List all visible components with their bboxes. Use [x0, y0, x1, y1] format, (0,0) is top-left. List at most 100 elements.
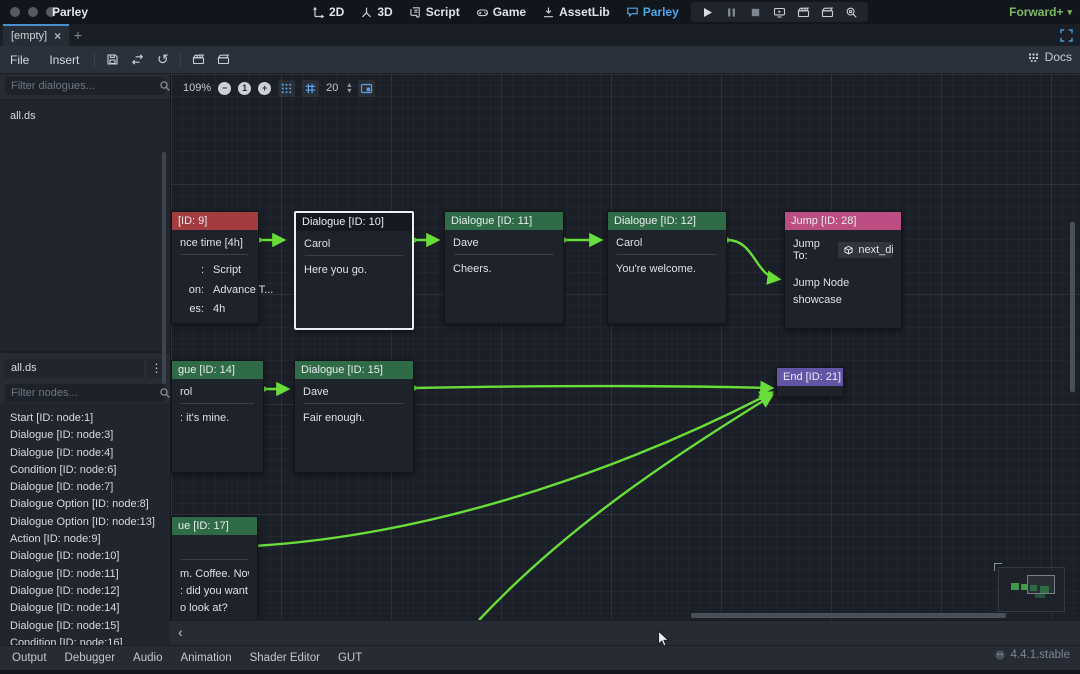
node-header[interactable]: End [ID: 21]: [777, 368, 843, 386]
graph-node-15[interactable]: Dialogue [ID: 15]DaveFair enough.: [294, 360, 414, 473]
graph-node-10[interactable]: Dialogue [ID: 10]CarolHere you go.: [294, 211, 414, 330]
graph-node-17[interactable]: ue [ID: 17]m. Coffee. Now,: did you want…: [171, 516, 258, 620]
filter-dialogues-input[interactable]: [5, 80, 159, 92]
node-header[interactable]: Dialogue [ID: 11]: [445, 212, 563, 230]
node-header[interactable]: [ID: 9]: [172, 212, 258, 230]
node-list-item[interactable]: Dialogue [ID: node:7]: [0, 479, 170, 496]
bottom-tab-debugger[interactable]: Debugger: [65, 652, 116, 664]
node-list-item[interactable]: Dialogue Option [ID: node:13]: [0, 514, 170, 531]
dialogue-text: m. Coffee. Now,: [180, 566, 249, 583]
snap-distance-value[interactable]: 20: [326, 82, 338, 94]
node-list-item[interactable]: Condition [ID: node:16]: [0, 635, 170, 645]
node-list-item[interactable]: Dialogue [ID: node:12]: [0, 583, 170, 600]
snap-distance-spinner[interactable]: ▴ ▾: [347, 82, 351, 94]
graph-node-9[interactable]: [ID: 9]nce time [4h]:Scripton:Advance T.…: [171, 211, 259, 324]
node-list-item[interactable]: Dialogue [ID: node:3]: [0, 427, 170, 444]
tab-parley[interactable]: Parley: [626, 5, 679, 19]
minimize-window-button[interactable]: [28, 7, 38, 17]
graph-node-21[interactable]: End [ID: 21]: [776, 367, 844, 397]
add-scene-tab-button[interactable]: +: [70, 27, 86, 43]
canvas-vertical-scrollbar[interactable]: [1070, 222, 1075, 392]
bottom-tab-shader-editor[interactable]: Shader Editor: [250, 652, 320, 664]
zoom-out-icon[interactable]: −: [218, 82, 231, 95]
movie-writer-icon[interactable]: [797, 6, 810, 19]
node-header[interactable]: gue [ID: 14]: [172, 361, 263, 379]
collapse-sidebar-icon[interactable]: ‹: [178, 624, 183, 640]
game-icon: [476, 6, 489, 19]
docs-icon: [1027, 51, 1040, 64]
bottom-tab-animation[interactable]: Animation: [180, 652, 231, 664]
graph-canvas[interactable]: [ID: 9]nce time [4h]:Scripton:Advance T.…: [170, 74, 1080, 620]
bottom-tab-audio[interactable]: Audio: [133, 652, 162, 664]
editor-main-tabs: 2D 3D Script Game AssetLib Parley: [312, 0, 679, 24]
node-list: Start [ID: node:1]Dialogue [ID: node:3]D…: [0, 403, 170, 645]
node-body: Jump To:next_diJump Nodeshowcase: [785, 230, 901, 309]
profiler-icon[interactable]: [845, 6, 858, 19]
export-icon[interactable]: [129, 51, 146, 68]
renderer-selector[interactable]: Forward+ ▾: [1009, 5, 1072, 19]
tab-2d[interactable]: 2D: [312, 5, 344, 19]
divider: [305, 255, 403, 256]
dialogue-list-item[interactable]: all.ds: [0, 107, 170, 126]
node-list-item[interactable]: Dialogue [ID: node:15]: [0, 618, 170, 635]
tab-assetlib[interactable]: AssetLib: [542, 5, 610, 19]
node-list-item[interactable]: Start [ID: node:1]: [0, 410, 170, 427]
graph-node-28[interactable]: Jump [ID: 28]Jump To:next_diJump Nodesho…: [784, 211, 902, 329]
node-list-scrollbar[interactable]: [162, 152, 166, 384]
node-list-item[interactable]: Dialogue Option [ID: node:8]: [0, 496, 170, 513]
node-list-item[interactable]: Dialogue [ID: node:4]: [0, 445, 170, 462]
wire-offscreen-bottom-to-node-21: [479, 396, 771, 620]
close-icon[interactable]: ×: [54, 29, 61, 43]
minimap[interactable]: [998, 567, 1065, 612]
node-header[interactable]: Dialogue [ID: 12]: [608, 212, 726, 230]
zoom-in-icon[interactable]: +: [258, 82, 271, 95]
node-list-item[interactable]: Dialogue [ID: node:11]: [0, 566, 170, 583]
movie-maker-icon[interactable]: [821, 6, 834, 19]
node-body: DaveCheers.: [445, 230, 563, 278]
grid-pattern-icon[interactable]: [302, 80, 319, 97]
file-menu[interactable]: File: [0, 53, 39, 67]
graph-node-11[interactable]: Dialogue [ID: 11]DaveCheers.: [444, 211, 564, 324]
node-filter[interactable]: [5, 384, 165, 402]
play-icon[interactable]: [701, 6, 714, 19]
bottom-tab-gut[interactable]: GUT: [338, 652, 362, 664]
save-icon[interactable]: [104, 51, 121, 68]
tab-3d[interactable]: 3D: [360, 5, 392, 19]
jump-target-chip[interactable]: next_di: [838, 242, 893, 258]
minimap-toggle-icon[interactable]: [358, 80, 375, 97]
canvas-horizontal-scrollbar[interactable]: [691, 613, 1006, 618]
graph-node-14[interactable]: gue [ID: 14]rol: it's mine.: [171, 360, 264, 473]
insert-menu[interactable]: Insert: [39, 53, 89, 67]
node-header[interactable]: Jump [ID: 28]: [785, 212, 901, 230]
node-list-item[interactable]: Action [ID: node:9]: [0, 531, 170, 548]
node-list-item[interactable]: Dialogue [ID: node:10]: [0, 548, 170, 565]
script-icon: [409, 6, 422, 19]
node-list-item[interactable]: Dialogue [ID: node:14]: [0, 600, 170, 617]
node-list-item[interactable]: Condition [ID: node:6]: [0, 462, 170, 479]
close-window-button[interactable]: [10, 7, 20, 17]
divider: [181, 254, 249, 255]
run-dialogue-icon[interactable]: [190, 51, 207, 68]
graph-node-12[interactable]: Dialogue [ID: 12]CarolYou're welcome.: [607, 211, 727, 324]
dialogue-filter[interactable]: [5, 77, 165, 95]
connection-wires: [171, 74, 1080, 620]
bottom-tab-output[interactable]: Output: [12, 652, 47, 664]
docs-button[interactable]: Docs: [1027, 50, 1072, 64]
toggle-snap-icon[interactable]: [278, 80, 295, 97]
node-header[interactable]: Dialogue [ID: 15]: [295, 361, 413, 379]
filter-nodes-input[interactable]: [5, 387, 159, 399]
tab-game[interactable]: Game: [476, 5, 526, 19]
remote-debug-icon[interactable]: [773, 6, 786, 19]
tab-script[interactable]: Script: [409, 5, 460, 19]
stop-icon[interactable]: [749, 6, 762, 19]
pause-icon[interactable]: [725, 6, 738, 19]
undo-icon[interactable]: ↺: [154, 51, 171, 68]
distraction-free-icon[interactable]: [1059, 28, 1074, 43]
node-header[interactable]: ue [ID: 17]: [172, 517, 257, 535]
node-header[interactable]: Dialogue [ID: 10]: [296, 213, 412, 231]
scene-tab-empty[interactable]: [empty] ×: [3, 24, 69, 46]
chevron-down-icon: ▾: [1067, 7, 1072, 18]
zoom-reset-icon[interactable]: 1: [238, 82, 251, 95]
spin-down-icon[interactable]: ▾: [347, 88, 351, 94]
run-dialogue-from-icon[interactable]: [215, 51, 232, 68]
